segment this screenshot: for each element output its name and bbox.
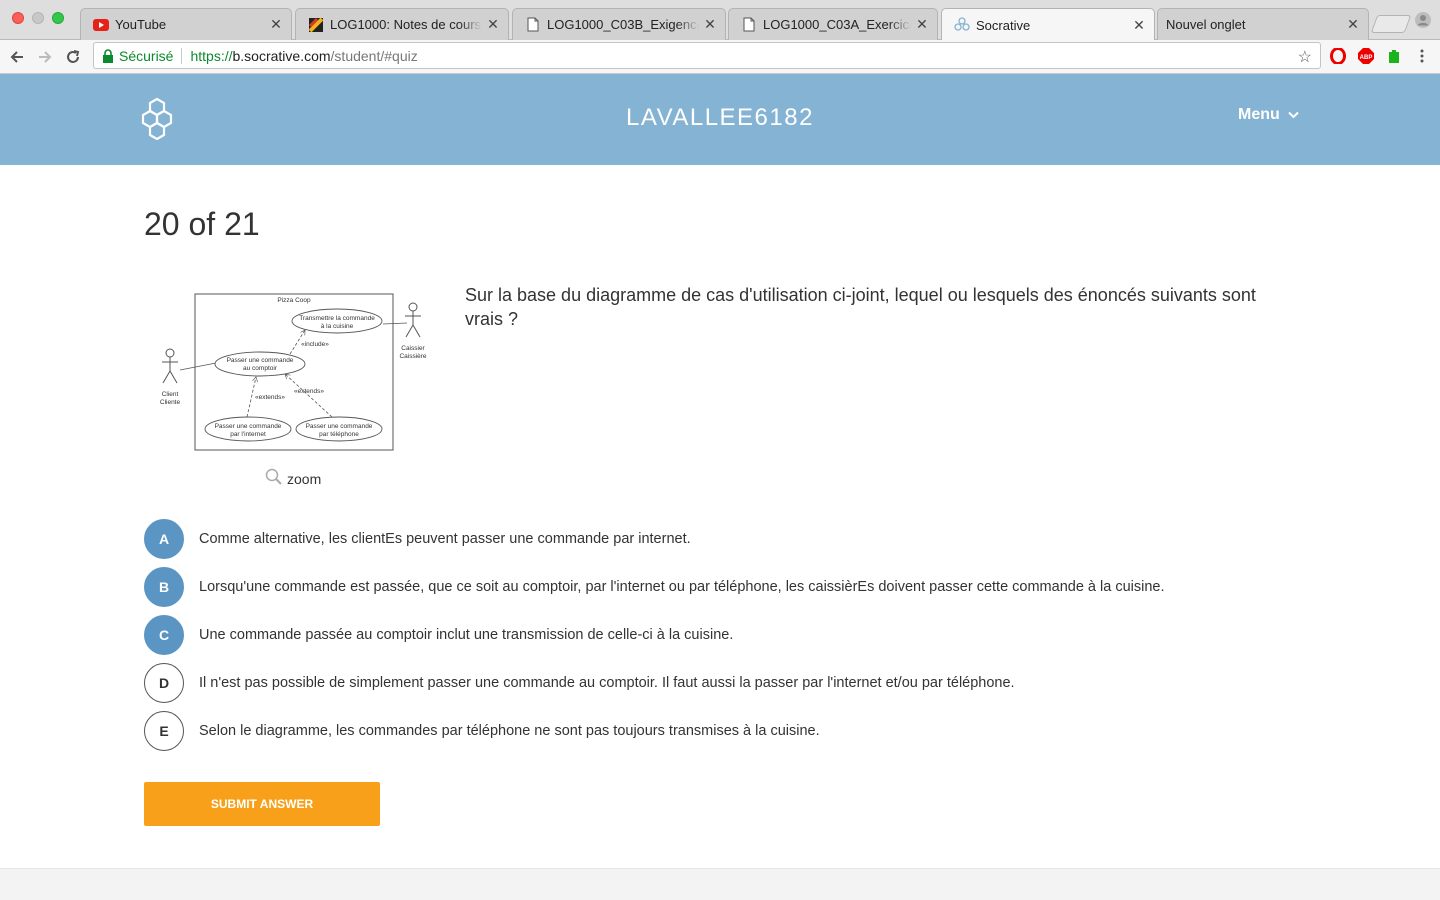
- socrative-icon: [954, 17, 970, 33]
- use-case-kitchen-label-2: à la cuisine: [321, 323, 354, 330]
- use-case-counter-label-1: Passer une commande: [227, 357, 294, 364]
- opera-extension-icon[interactable]: [1329, 47, 1347, 65]
- answer-option-b[interactable]: B Lorsqu'une commande est passée, que ce…: [144, 567, 1344, 607]
- battery-extension-icon[interactable]: [1385, 47, 1403, 65]
- youtube-icon: [93, 17, 109, 33]
- answer-text[interactable]: Lorsqu'une commande est passée, que ce s…: [199, 579, 1165, 595]
- chevron-down-icon: [1288, 106, 1299, 124]
- menu-button[interactable]: Menu: [1238, 106, 1299, 124]
- answer-option-d[interactable]: D Il n'est pas possible de simplement pa…: [144, 663, 1344, 703]
- document-icon: [525, 17, 541, 33]
- url-host: b.socrative.com: [232, 47, 331, 64]
- secure-label: Sécurisé: [119, 47, 174, 64]
- window-close-button[interactable]: [12, 12, 24, 24]
- use-case-diagram[interactable]: Pizza Coop Client Cliente Caissier Caiss…: [150, 286, 440, 458]
- tab-title: YouTube: [115, 17, 167, 32]
- new-tab-button[interactable]: [1370, 15, 1412, 33]
- actor-cashier-label-2: Caissière: [399, 353, 426, 360]
- divider: [181, 47, 183, 64]
- actor-cashier: [405, 302, 421, 338]
- use-case-counter-label-2: au comptoir: [243, 365, 278, 372]
- use-case-internet-label-1: Passer une commande: [215, 423, 282, 430]
- tab-close-icon[interactable]: ✕: [269, 16, 283, 33]
- browser-tab-strip: YouTube ✕ LOG1000: Notes de cours du ✕ L…: [0, 0, 1440, 41]
- adblock-extension-icon[interactable]: ABP: [1357, 47, 1375, 65]
- svg-text:ABP: ABP: [1360, 55, 1373, 61]
- zoom-button[interactable]: zoom: [265, 468, 321, 489]
- tab-close-icon[interactable]: ✕: [1346, 16, 1360, 33]
- answer-option-c[interactable]: C Une commande passée au comptoir inclut…: [144, 615, 1344, 655]
- submit-answer-button[interactable]: SUBMIT ANSWER: [144, 782, 380, 826]
- menu-label: Menu: [1238, 106, 1280, 123]
- bookmark-star-icon[interactable]: ☆: [1298, 47, 1312, 67]
- tab-log1000-exercices[interactable]: LOG1000_C03A_ExercicesGL ✕: [728, 8, 938, 40]
- tab-close-icon[interactable]: ✕: [486, 16, 500, 33]
- address-bar[interactable]: Sécurisé https://b.socrative.com/student…: [93, 42, 1321, 69]
- forward-button[interactable]: [35, 47, 55, 67]
- chrome-menu-icon[interactable]: [1413, 47, 1431, 65]
- window-zoom-button[interactable]: [52, 12, 64, 24]
- tab-socrative[interactable]: Socrative ✕: [941, 8, 1155, 41]
- extends-label-internet: «extends»: [255, 394, 285, 401]
- answer-option-a[interactable]: A Comme alternative, les clientEs peuven…: [144, 519, 1344, 559]
- magnifier-icon: [265, 468, 283, 489]
- tab-new[interactable]: Nouvel onglet ✕: [1157, 8, 1369, 40]
- back-button[interactable]: [7, 47, 27, 67]
- lock-icon: [102, 48, 114, 63]
- system-name: Pizza Coop: [277, 297, 311, 304]
- use-case-phone-label-2: par téléphone: [319, 431, 359, 438]
- answer-text[interactable]: Selon le diagramme, les commandes par té…: [199, 723, 820, 739]
- window-minimize-button[interactable]: [32, 12, 44, 24]
- tab-close-icon[interactable]: ✕: [1132, 17, 1146, 34]
- tab-youtube[interactable]: YouTube ✕: [80, 8, 292, 40]
- actor-cashier-label-1: Caissier: [401, 345, 425, 352]
- room-name: LAVALLEE6182: [626, 104, 814, 131]
- tab-title: LOG1000_C03B_Exigences.pdf: [547, 17, 699, 32]
- question-text: Sur la base du diagramme de cas d'utilis…: [465, 285, 1256, 329]
- use-case-internet-label-2: par l'internet: [230, 431, 266, 438]
- actor-client-label-2: Cliente: [160, 399, 181, 406]
- url-scheme: https://: [190, 47, 233, 64]
- profile-icon[interactable]: [1414, 11, 1432, 29]
- moodle-icon: [308, 17, 324, 33]
- tab-title: Nouvel onglet: [1166, 17, 1246, 32]
- tab-title: LOG1000_C03A_ExercicesGL: [763, 17, 911, 32]
- tab-close-icon[interactable]: ✕: [703, 16, 717, 33]
- use-case-kitchen-label-1: Transmettre la commande: [299, 315, 375, 322]
- question-progress: 20 of 21: [144, 206, 260, 242]
- answer-text[interactable]: Il n'est pas possible de simplement pass…: [199, 675, 1015, 691]
- tab-title: LOG1000: Notes de cours du: [330, 17, 482, 32]
- answer-letter-bubble[interactable]: B: [144, 567, 184, 607]
- answer-letter-bubble[interactable]: E: [144, 711, 184, 751]
- zoom-label: zoom: [287, 470, 322, 487]
- use-case-counter: [214, 351, 306, 377]
- tab-title: Socrative: [976, 17, 1031, 33]
- answer-option-e[interactable]: E Selon le diagramme, les commandes par …: [144, 711, 1344, 751]
- extends-label-phone: «extends»: [294, 388, 324, 395]
- url-path: /student/#quiz: [330, 47, 418, 64]
- tab-log1000-notes[interactable]: LOG1000: Notes de cours du ✕: [295, 8, 509, 40]
- tab-log1000-exigences[interactable]: LOG1000_C03B_Exigences.pdf ✕: [512, 8, 726, 40]
- tab-close-icon[interactable]: ✕: [915, 16, 929, 33]
- actor-client: [162, 348, 178, 384]
- include-label: «include»: [301, 341, 329, 348]
- answer-letter-bubble[interactable]: A: [144, 519, 184, 559]
- document-icon: [741, 17, 757, 33]
- answer-letter-bubble[interactable]: D: [144, 663, 184, 703]
- answer-text[interactable]: Une commande passée au comptoir inclut u…: [199, 627, 733, 643]
- page-footer: [0, 868, 1440, 900]
- actor-client-label-1: Client: [162, 391, 179, 398]
- answer-letter-bubble[interactable]: C: [144, 615, 184, 655]
- use-case-phone-label-1: Passer une commande: [306, 423, 373, 430]
- reload-button[interactable]: [63, 47, 83, 67]
- answer-text[interactable]: Comme alternative, les clientEs peuvent …: [199, 531, 691, 547]
